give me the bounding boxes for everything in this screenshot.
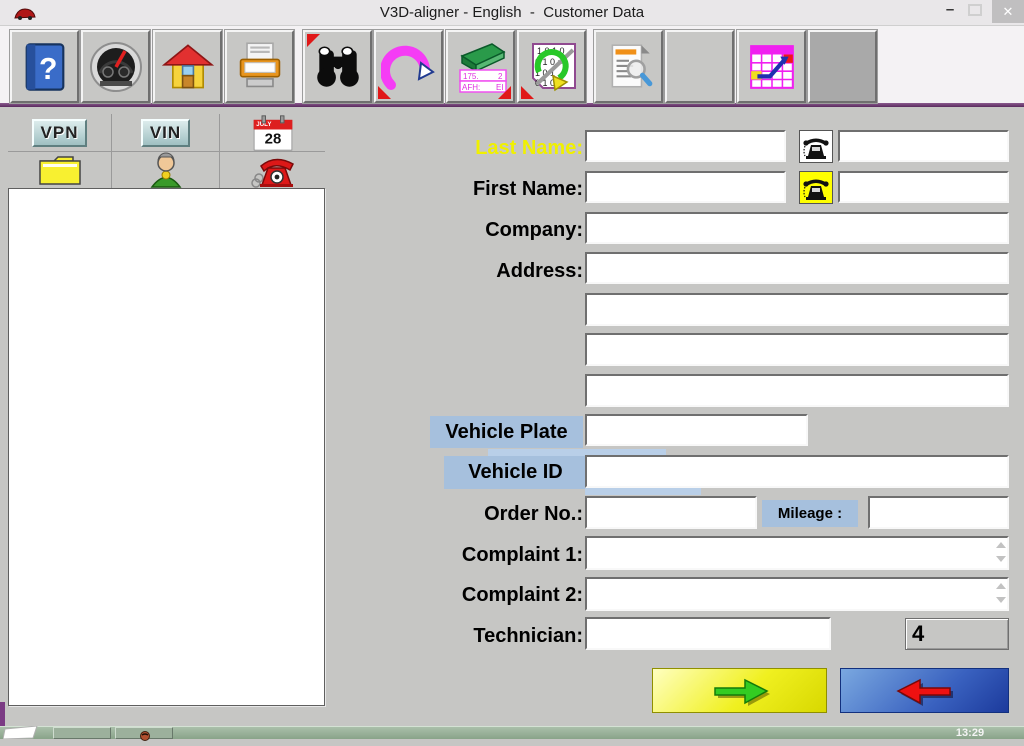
last-name-phone-button[interactable]	[799, 130, 833, 163]
vehicle-plate-input[interactable]	[585, 414, 808, 446]
highlight-strip	[585, 488, 701, 495]
first-name-phone-button[interactable]	[799, 171, 833, 204]
green-arrow-right-icon	[701, 674, 779, 708]
date-button[interactable]: JULY 28	[220, 114, 325, 151]
first-name-label: First Name:	[400, 176, 583, 203]
undo-button[interactable]	[374, 30, 443, 103]
mileage-input[interactable]	[868, 496, 1009, 529]
complaint-1-input[interactable]	[585, 536, 1009, 570]
taskbar-button-1[interactable]	[53, 727, 111, 739]
complaint-2-label: Complaint 2:	[400, 582, 583, 609]
vehicle-id-label: Vehicle ID	[444, 456, 587, 489]
company-input[interactable]	[585, 212, 1009, 244]
red-corner-marker	[307, 34, 320, 47]
taskbar-clock: 13:29	[930, 727, 1010, 739]
red-corner-marker	[521, 86, 534, 99]
scroll-up-arrow[interactable]	[996, 542, 1006, 548]
address-input-2[interactable]	[585, 293, 1009, 326]
chart-table-icon	[747, 42, 797, 92]
maximize-button[interactable]	[968, 4, 982, 16]
last-name-input[interactable]	[585, 130, 786, 162]
title-bar: V3D-aligner - English - Customer Data – …	[0, 0, 1024, 26]
red-corner-marker	[498, 86, 511, 99]
last-name-label: Last Name:	[400, 135, 583, 162]
calendar-icon: JULY 28	[253, 115, 292, 150]
print-button[interactable]	[225, 30, 294, 103]
address-input-1[interactable]	[585, 252, 1009, 284]
customer-button[interactable]	[112, 152, 219, 188]
vehicle-id-input[interactable]	[585, 455, 1009, 488]
taskbar-button-app[interactable]	[115, 727, 173, 739]
technician-label: Technician:	[400, 623, 583, 650]
home-icon	[162, 42, 214, 92]
help-button[interactable]: ?	[10, 30, 79, 103]
phone-list-button[interactable]	[220, 152, 325, 188]
phone-icon	[802, 175, 830, 201]
first-name-alt-input[interactable]	[838, 171, 1009, 203]
phone-icon	[802, 134, 830, 160]
window-title: V3D-aligner - English - Customer Data	[0, 4, 1024, 21]
scroll-down-arrow[interactable]	[996, 597, 1006, 603]
red-corner-marker	[378, 86, 391, 99]
red-arrow-left-icon	[886, 674, 964, 708]
order-no-label: Order No.:	[400, 501, 583, 528]
application-window: V3D-aligner - English - Customer Data – …	[0, 0, 1024, 739]
complaint-1-label: Complaint 1:	[400, 542, 583, 569]
order-no-input[interactable]	[585, 496, 757, 529]
empty-button-1[interactable]	[665, 30, 734, 103]
chart-button[interactable]	[737, 30, 806, 103]
window-edge	[0, 702, 5, 726]
empty-button-2[interactable]	[808, 30, 877, 103]
svg-text:?: ?	[39, 52, 57, 85]
address-label: Address:	[400, 258, 583, 285]
report-preview-button[interactable]	[594, 30, 663, 103]
erase-specs-button[interactable]: 175. 2 AFH: EI	[446, 30, 515, 103]
svg-text:2: 2	[498, 72, 503, 81]
dashboard-button[interactable]	[81, 30, 150, 103]
vin-badge: VIN	[141, 119, 190, 147]
close-button[interactable]: ✕	[992, 0, 1024, 23]
customer-list[interactable]	[8, 188, 325, 706]
recalculate-button[interactable]: 1 0 1 0 0 1 0 = 1 0 1 0 1 0	[517, 30, 586, 103]
minimize-button[interactable]: –	[938, 0, 962, 23]
address-input-3[interactable]	[585, 333, 1009, 366]
vpn-button[interactable]: VPN	[8, 114, 111, 151]
vpn-badge: VPN	[32, 119, 88, 147]
back-button[interactable]	[840, 668, 1009, 713]
vin-button[interactable]: VIN	[112, 114, 219, 151]
scroll-up-arrow[interactable]	[996, 583, 1006, 589]
open-folder-button[interactable]	[8, 152, 111, 188]
address-input-4[interactable]	[585, 374, 1009, 407]
gauge-icon	[88, 39, 144, 95]
home-button[interactable]	[153, 30, 222, 103]
vehicle-plate-label: Vehicle Plate	[430, 416, 583, 448]
last-name-alt-input[interactable]	[838, 130, 1009, 162]
first-name-input[interactable]	[585, 171, 786, 203]
toolbar-divider	[0, 103, 1024, 107]
complaint-2-input[interactable]	[585, 577, 1009, 611]
report-preview-icon	[602, 39, 656, 95]
next-button[interactable]	[652, 668, 827, 713]
person-icon	[146, 152, 186, 188]
technician-input[interactable]	[585, 617, 831, 650]
printer-icon	[234, 40, 286, 94]
folder-icon	[37, 153, 83, 187]
start-flag-icon[interactable]	[3, 726, 39, 739]
panel-divider	[8, 151, 325, 152]
app-ball-icon	[140, 731, 150, 741]
technician-count: 4	[905, 618, 1009, 650]
scroll-down-arrow[interactable]	[996, 556, 1006, 562]
svg-text:AFH:: AFH:	[462, 83, 480, 92]
red-phone-icon	[249, 152, 297, 188]
company-label: Company:	[400, 217, 583, 244]
help-book-icon: ?	[19, 39, 71, 95]
svg-text:175.: 175.	[463, 72, 479, 81]
search-button[interactable]	[303, 30, 372, 103]
mileage-label: Mileage :	[762, 500, 858, 527]
